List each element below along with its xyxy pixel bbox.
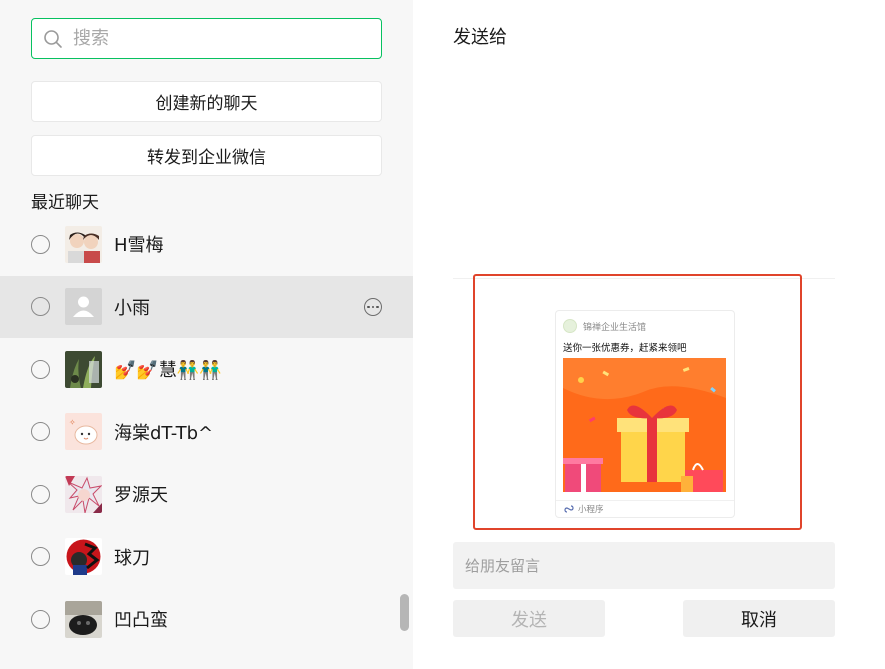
- contact-name: 小雨: [114, 297, 150, 319]
- select-radio[interactable]: [31, 484, 50, 504]
- share-preview-highlight: 锦禅企业生活馆 送你一张优惠券，赶紧来领吧 小程序: [473, 274, 802, 530]
- forward-to-wecom-button[interactable]: 转发到企业微信: [31, 135, 382, 176]
- gift-promo-image: [563, 358, 726, 492]
- contact-name: 💅💅慧👬👬: [114, 360, 222, 382]
- search-box[interactable]: [31, 18, 382, 59]
- search-icon: [43, 29, 63, 49]
- select-radio[interactable]: [31, 422, 50, 442]
- store-logo-icon: [563, 319, 577, 333]
- recent-chats-label: 最近聊天: [31, 193, 99, 213]
- send-to-panel: 发送给 锦禅企业生活馆 送你一张优惠券，赶紧来领吧 小程序 给朋友留言 发送 取…: [413, 0, 885, 669]
- contact-item[interactable]: H雪梅: [0, 213, 413, 276]
- mini-program-card: 锦禅企业生活馆 送你一张优惠券，赶紧来领吧 小程序: [555, 310, 735, 518]
- dark-photo-avatar: [65, 600, 102, 638]
- contact-picker-panel: 创建新的聊天 转发到企业微信 最近聊天 H雪梅: [0, 0, 413, 669]
- contact-name: 罗源天: [114, 485, 168, 507]
- couple-photo-avatar: [65, 225, 102, 263]
- contact-name: H雪梅: [114, 235, 164, 257]
- select-radio[interactable]: [31, 359, 50, 379]
- contact-item[interactable]: 凹凸蛮: [0, 588, 413, 651]
- contact-item[interactable]: 罗源天: [0, 463, 413, 526]
- card-source-name: 锦禅企业生活馆: [583, 322, 647, 333]
- contact-list-scrollbar[interactable]: [400, 594, 409, 631]
- search-input[interactable]: [73, 28, 353, 49]
- select-radio[interactable]: [31, 609, 50, 629]
- calligraphy-avatar: [65, 538, 102, 576]
- contact-item[interactable]: 球刀: [0, 526, 413, 589]
- contact-item[interactable]: ✧ 海棠dT-Tb^: [0, 401, 413, 464]
- mini-program-icon: [564, 504, 574, 514]
- send-button[interactable]: 发送: [453, 600, 605, 637]
- contact-name: 海棠dT-Tb^: [114, 422, 214, 444]
- anime-avatar: [65, 475, 102, 513]
- contact-item[interactable]: 💅💅慧👬👬: [0, 338, 413, 401]
- plant-photo-avatar: [65, 350, 102, 388]
- svg-text:✧: ✧: [69, 418, 76, 427]
- mini-program-label: 小程序: [578, 505, 604, 515]
- message-input[interactable]: [453, 542, 835, 589]
- send-to-title: 发送给: [453, 27, 507, 48]
- card-description: 送你一张优惠券，赶紧来领吧: [563, 343, 687, 354]
- cancel-button[interactable]: 取消: [683, 600, 835, 637]
- default-user-avatar: [65, 288, 102, 326]
- card-header: 锦禅企业生活馆: [563, 319, 646, 333]
- contact-name: 球刀: [114, 547, 150, 569]
- select-radio[interactable]: [31, 234, 50, 254]
- more-options-icon[interactable]: [364, 297, 382, 316]
- cartoon-cat-avatar: ✧: [65, 413, 102, 451]
- contact-item[interactable]: 小雨: [0, 275, 413, 338]
- create-new-chat-button[interactable]: 创建新的聊天: [31, 81, 382, 122]
- contact-list: H雪梅 小雨 💅💅慧👬👬 ✧ 海棠dT-Tb^ 罗源天 球刀 凹凸蛮: [0, 213, 413, 651]
- card-footer: 小程序: [556, 500, 734, 517]
- select-radio[interactable]: [31, 297, 50, 317]
- contact-name: 凹凸蛮: [114, 610, 168, 632]
- select-radio[interactable]: [31, 547, 50, 567]
